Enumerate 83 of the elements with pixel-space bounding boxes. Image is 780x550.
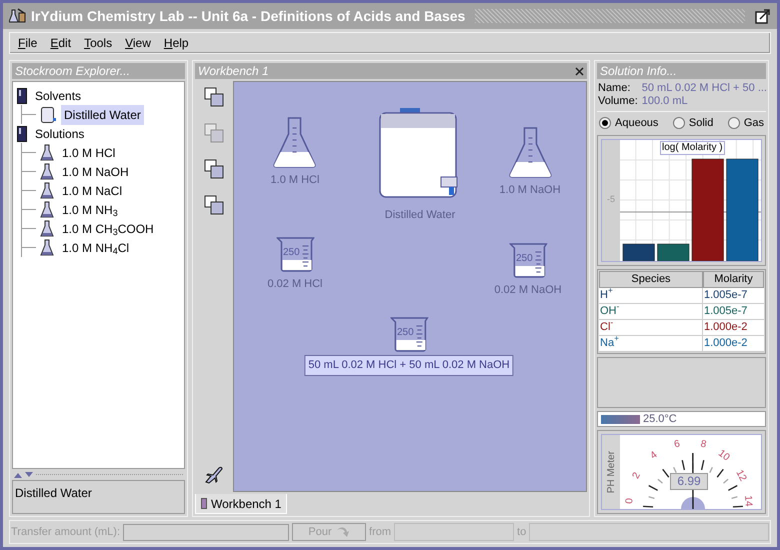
name-label: Name:: [598, 82, 632, 95]
panel-title: Solution Info...: [600, 65, 677, 77]
tab-icon: [201, 498, 207, 509]
tree-item[interactable]: 1.0 M NH$_{4}$Cl: [59, 238, 132, 258]
tree-item[interactable]: 1.0 M CH$_{3}$COOH: [59, 218, 157, 238]
copy-icon[interactable]: [202, 85, 226, 109]
panel-title: Workbench 1: [198, 65, 269, 77]
menu-item[interactable]: File: [18, 34, 38, 52]
molarity-cell: 1.000e-2: [703, 336, 764, 352]
phase-radio[interactable]: Aqueous: [599, 115, 658, 132]
flask-icon: [40, 182, 54, 200]
down-arrow-icon[interactable]: [25, 472, 33, 478]
ph-scale-label: 2: [631, 471, 643, 481]
ph-meter-title: PH Meter: [604, 450, 618, 494]
tree-item[interactable]: 1.0 M NaCl: [59, 180, 126, 200]
flask-icon: [40, 200, 54, 218]
temperature-swatch: [601, 414, 640, 424]
menu-item[interactable]: Help: [164, 34, 189, 52]
flask-icon: [40, 238, 54, 256]
up-arrow-icon[interactable]: [14, 472, 22, 478]
from-label: from: [369, 524, 392, 540]
species-cell: OH$^{-}$: [599, 304, 703, 320]
molarity-cell: 1.005e-7: [703, 288, 764, 304]
ph-scale-label: 8: [699, 440, 707, 451]
carboy-icon: [40, 106, 56, 124]
name-value: 50 mL 0.02 M HCl + 50 ...: [642, 82, 767, 95]
capacity-label: 250: [283, 248, 300, 258]
molarity-cell: 1.000e-2: [703, 320, 764, 336]
column-header: Species: [599, 270, 703, 288]
ph-scale-label: 14: [742, 495, 753, 507]
radio-button[interactable]: [599, 117, 611, 130]
flask-icon: [508, 126, 552, 178]
menu-item[interactable]: Edit: [50, 34, 72, 52]
to-label: to: [517, 524, 526, 540]
panel-title: Stockroom Explorer...: [15, 65, 130, 77]
ph-reading: 6.99: [670, 473, 708, 490]
flask-icon: [40, 144, 54, 162]
glassware-label[interactable]: 50 mL 0.02 M HCl + 50 mL 0.02 M NaOH: [304, 355, 514, 376]
radio-button[interactable]: [728, 117, 740, 130]
beaker-icon: [509, 242, 547, 278]
phase-radio[interactable]: Gas: [728, 115, 764, 132]
tree-item[interactable]: 1.0 M NH$_{3}$: [59, 200, 121, 220]
temperature-value: 25.0°C: [643, 412, 677, 427]
chart-legend: log( Molarity ): [660, 140, 725, 154]
status-text: Distilled Water: [15, 486, 92, 500]
radio-button[interactable]: [672, 117, 685, 130]
phase-radio[interactable]: Solid: [672, 115, 714, 132]
species-cell: Cl$^{-}$: [599, 320, 703, 336]
ph-scale-label: 0: [625, 498, 636, 504]
shelf-icon: [17, 126, 27, 142]
menu-item[interactable]: View: [125, 34, 151, 52]
window-title: IrYdium Chemistry Lab -- Unit 6a - Definitions of Acids and Bases: [31, 6, 466, 26]
flask-icon: [40, 162, 54, 180]
ph-scale-label: 6: [674, 440, 682, 451]
workbench-tab[interactable]: Workbench 1: [195, 494, 288, 514]
species-cell: H$^{+}$: [599, 288, 703, 304]
pour-arrow-icon: [336, 526, 350, 538]
column-header: Molarity: [703, 270, 764, 288]
flask-icon: [273, 116, 317, 168]
airplane-icon[interactable]: [204, 464, 224, 484]
flask-icon: [40, 220, 54, 238]
volume-value: 100.0 mL: [642, 95, 689, 108]
beaker-icon: [276, 236, 314, 272]
app-logo-icon: [9, 7, 27, 25]
beaker-icon: [390, 316, 428, 352]
tree-item[interactable]: Solvents: [32, 86, 84, 106]
ph-scale-label: 12: [733, 468, 748, 484]
tree-item[interactable]: 1.0 M NaOH: [59, 162, 132, 182]
molarity-cell: 1.005e-7: [703, 304, 764, 320]
tree-item[interactable]: Solutions: [32, 124, 88, 144]
transfer-amount-label: Transfer amount (mL):: [11, 524, 120, 540]
menu-item[interactable]: Tools: [84, 34, 112, 52]
shelf-icon: [17, 88, 27, 104]
ph-scale-label: 10: [716, 448, 732, 464]
volume-label: Volume:: [598, 95, 638, 108]
tree-item[interactable]: 1.0 M HCl: [59, 142, 118, 162]
capacity-label: 250: [516, 254, 533, 264]
maximize-icon[interactable]: [755, 8, 771, 24]
close-icon[interactable]: [575, 66, 584, 76]
species-cell: Na$^{+}$: [599, 336, 703, 352]
ph-scale-label: 4: [648, 450, 660, 462]
capacity-label: 250: [397, 328, 414, 338]
tree-item[interactable]: Distilled Water: [61, 104, 144, 124]
